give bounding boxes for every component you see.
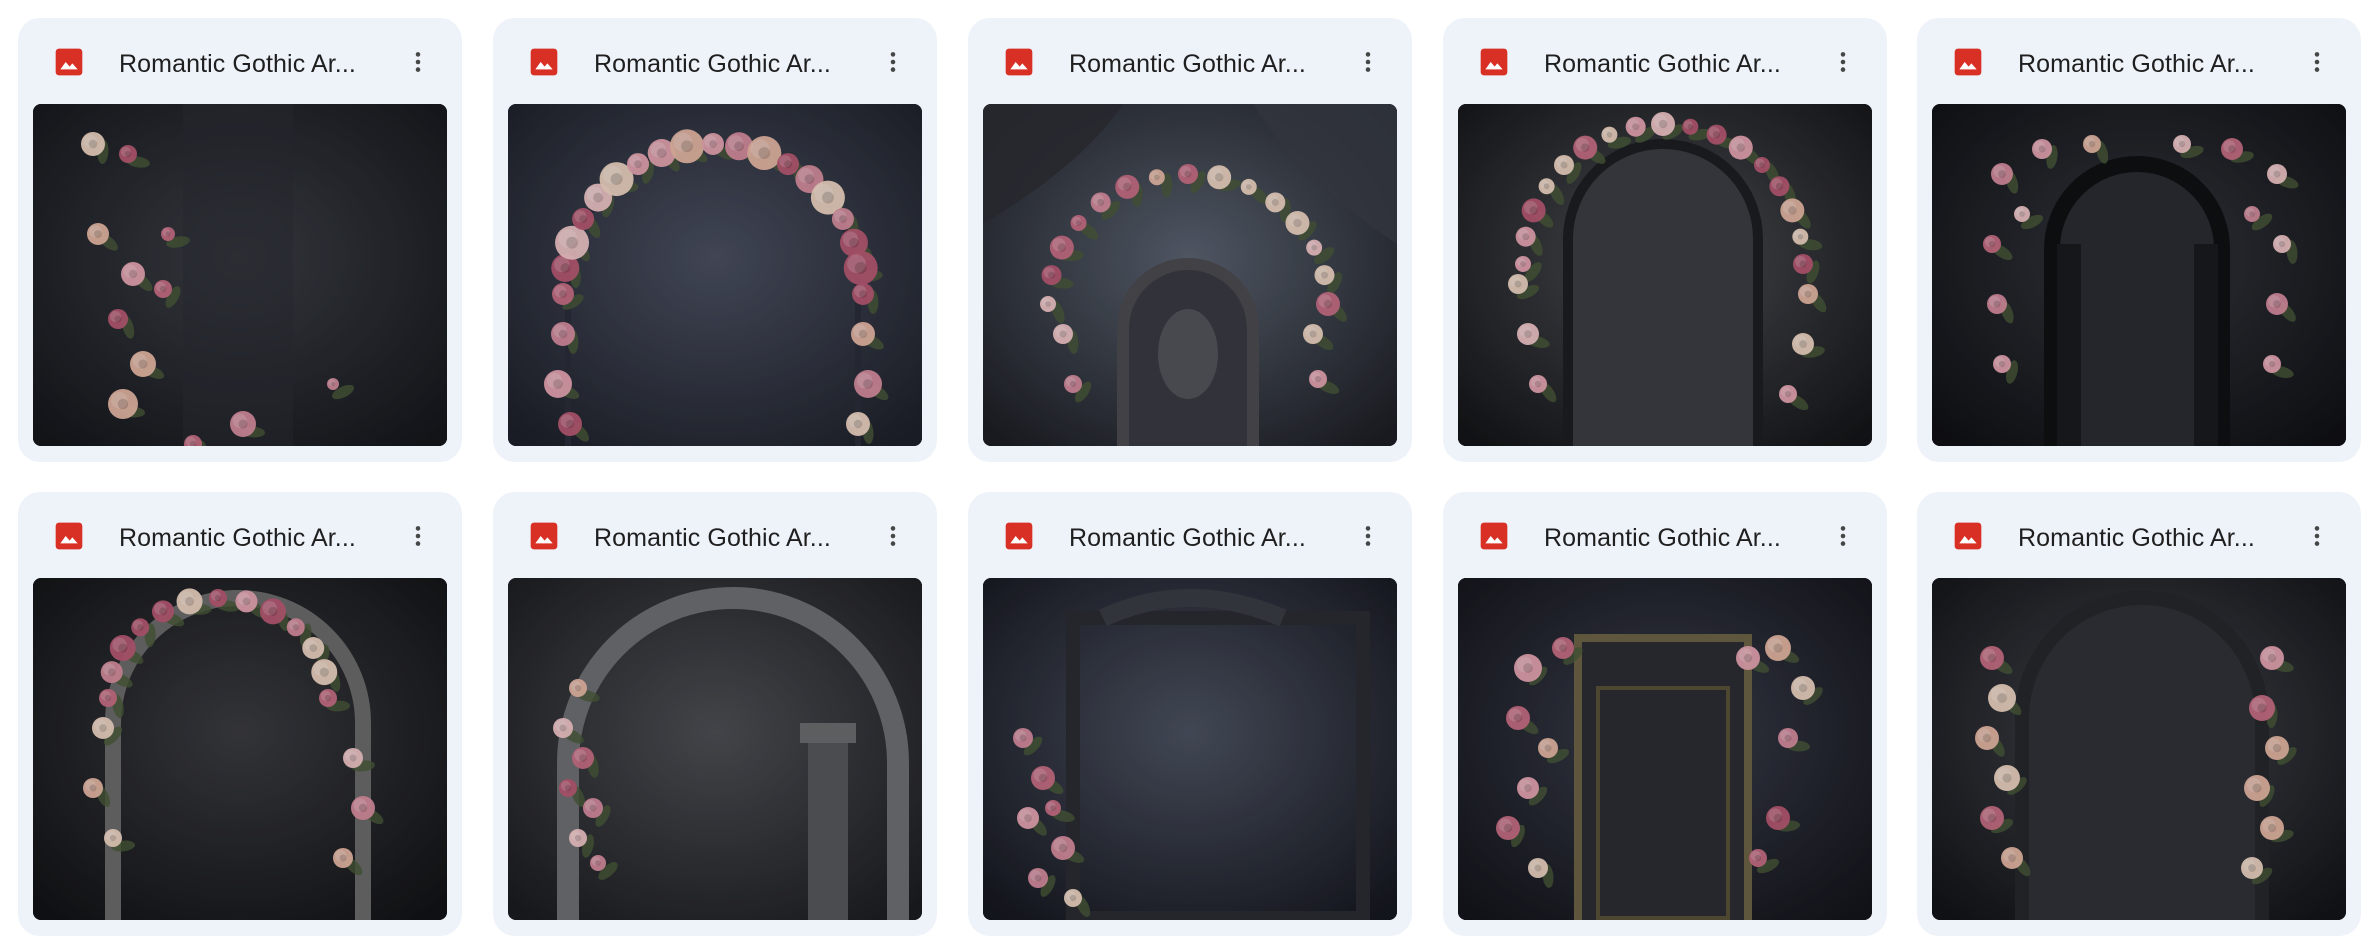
preview-image (33, 104, 447, 446)
file-preview-thumbnail[interactable] (1932, 104, 2346, 446)
image-file-icon (1003, 46, 1035, 78)
image-file-icon (53, 46, 85, 78)
file-name: Romantic Gothic Ar... (1069, 524, 1306, 552)
preview-image (508, 578, 922, 920)
preview-image (1932, 578, 2346, 920)
image-file-icon (1478, 520, 1510, 552)
file-card-header: Romantic Gothic Ar... (18, 492, 462, 578)
image-file-icon (1952, 46, 1984, 78)
preview-image (508, 104, 922, 446)
file-card-header: Romantic Gothic Ar... (1917, 492, 2361, 578)
preview-image (33, 578, 447, 920)
file-card-header: Romantic Gothic Ar... (968, 18, 1412, 104)
more-vert-icon (1355, 49, 1381, 75)
file-card-header: Romantic Gothic Ar... (1917, 18, 2361, 104)
more-actions-button[interactable] (871, 514, 915, 558)
more-actions-button[interactable] (1821, 40, 1865, 84)
file-card-header: Romantic Gothic Ar... (968, 492, 1412, 578)
file-card[interactable]: Romantic Gothic Ar... (18, 18, 462, 462)
more-actions-button[interactable] (1821, 514, 1865, 558)
file-preview-thumbnail[interactable] (33, 578, 447, 920)
more-vert-icon (405, 523, 431, 549)
file-name: Romantic Gothic Ar... (1544, 50, 1781, 78)
preview-image (983, 104, 1397, 446)
file-card[interactable]: Romantic Gothic Ar... (18, 492, 462, 936)
preview-image (983, 578, 1397, 920)
file-name: Romantic Gothic Ar... (119, 524, 356, 552)
more-actions-button[interactable] (1346, 40, 1390, 84)
file-card-header: Romantic Gothic Ar... (493, 18, 937, 104)
image-file-icon (1003, 520, 1035, 552)
more-vert-icon (1830, 523, 1856, 549)
more-vert-icon (2304, 49, 2330, 75)
file-name: Romantic Gothic Ar... (119, 50, 356, 78)
more-actions-button[interactable] (2295, 40, 2339, 84)
file-preview-thumbnail[interactable] (508, 104, 922, 446)
preview-image (1932, 104, 2346, 446)
image-file-icon (1478, 46, 1510, 78)
more-actions-button[interactable] (1346, 514, 1390, 558)
file-preview-thumbnail[interactable] (1458, 104, 1872, 446)
file-card[interactable]: Romantic Gothic Ar... (968, 18, 1412, 462)
file-preview-thumbnail[interactable] (1932, 578, 2346, 920)
file-card[interactable]: Romantic Gothic Ar... (1443, 492, 1887, 936)
file-card[interactable]: Romantic Gothic Ar... (493, 492, 937, 936)
file-name: Romantic Gothic Ar... (594, 50, 831, 78)
file-preview-thumbnail[interactable] (983, 104, 1397, 446)
file-name: Romantic Gothic Ar... (2018, 524, 2255, 552)
more-actions-button[interactable] (396, 514, 440, 558)
file-card-header: Romantic Gothic Ar... (1443, 492, 1887, 578)
file-name: Romantic Gothic Ar... (1544, 524, 1781, 552)
file-grid: Romantic Gothic Ar... Romantic Gothic Ar.… (0, 0, 2372, 952)
more-actions-button[interactable] (871, 40, 915, 84)
file-card-header: Romantic Gothic Ar... (18, 18, 462, 104)
more-actions-button[interactable] (396, 40, 440, 84)
image-file-icon (1952, 520, 1984, 552)
file-card-header: Romantic Gothic Ar... (1443, 18, 1887, 104)
file-card[interactable]: Romantic Gothic Ar... (968, 492, 1412, 936)
file-preview-thumbnail[interactable] (508, 578, 922, 920)
preview-image (1458, 578, 1872, 920)
file-name: Romantic Gothic Ar... (594, 524, 831, 552)
file-preview-thumbnail[interactable] (983, 578, 1397, 920)
file-card[interactable]: Romantic Gothic Ar... (1917, 18, 2361, 462)
more-actions-button[interactable] (2295, 514, 2339, 558)
file-card-header: Romantic Gothic Ar... (493, 492, 937, 578)
file-preview-thumbnail[interactable] (1458, 578, 1872, 920)
more-vert-icon (880, 523, 906, 549)
preview-image (1458, 104, 1872, 446)
file-card[interactable]: Romantic Gothic Ar... (1443, 18, 1887, 462)
image-file-icon (53, 520, 85, 552)
more-vert-icon (880, 49, 906, 75)
more-vert-icon (2304, 523, 2330, 549)
file-name: Romantic Gothic Ar... (1069, 50, 1306, 78)
image-file-icon (528, 46, 560, 78)
more-vert-icon (1830, 49, 1856, 75)
image-file-icon (528, 520, 560, 552)
file-card[interactable]: Romantic Gothic Ar... (493, 18, 937, 462)
file-name: Romantic Gothic Ar... (2018, 50, 2255, 78)
more-vert-icon (1355, 523, 1381, 549)
more-vert-icon (405, 49, 431, 75)
file-card[interactable]: Romantic Gothic Ar... (1917, 492, 2361, 936)
file-preview-thumbnail[interactable] (33, 104, 447, 446)
